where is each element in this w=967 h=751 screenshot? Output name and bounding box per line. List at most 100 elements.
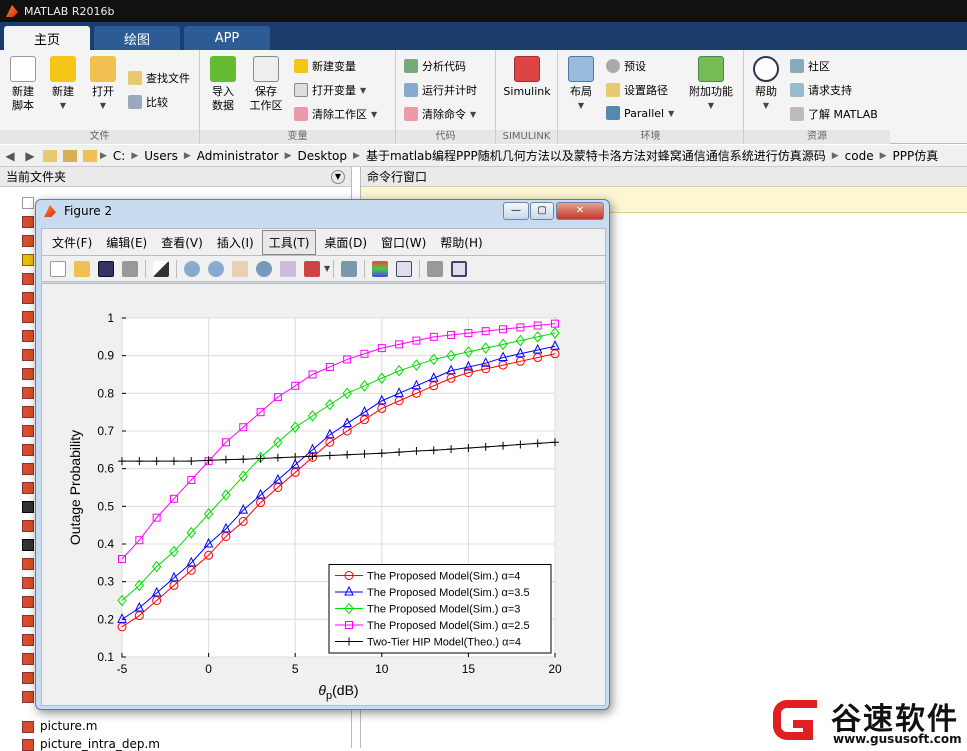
compare-button[interactable]: 比较: [128, 94, 168, 110]
pointer-icon[interactable]: [153, 260, 169, 277]
path-segment[interactable]: code: [845, 149, 874, 163]
show-plot-tools-icon[interactable]: [451, 260, 468, 277]
hide-plot-tools-icon[interactable]: [427, 260, 444, 277]
file-icon: [22, 672, 34, 684]
analyze-code-button[interactable]: 分析代码: [404, 58, 466, 74]
path-segment[interactable]: PPP仿真: [893, 147, 939, 164]
compare-icon: [128, 95, 142, 109]
path-folder-icon: [606, 83, 620, 97]
file-name[interactable]: picture.m: [40, 719, 97, 733]
menu-desktop[interactable]: 桌面(D): [318, 231, 373, 254]
link-plot-icon[interactable]: [341, 260, 358, 277]
eraser-icon: [294, 107, 308, 121]
tab-apps[interactable]: APP: [184, 26, 270, 50]
menu-window[interactable]: 窗口(W): [375, 231, 432, 254]
figure-toolbar: ▼: [41, 256, 606, 282]
open-variable-button[interactable]: 打开变量 ▼: [294, 82, 366, 98]
layout-button[interactable]: 布局 ▼: [564, 56, 598, 113]
path-segment[interactable]: Desktop: [298, 149, 348, 163]
file-icon: [22, 387, 34, 399]
tab-home[interactable]: 主页: [4, 26, 90, 50]
figure-menubar: 文件(F) 编辑(E) 查看(V) 插入(I) 工具(T) 桌面(D) 窗口(W…: [41, 228, 606, 256]
data-cursor-icon[interactable]: [280, 260, 296, 277]
y-tick-label: 0.9: [97, 349, 114, 363]
path-segment[interactable]: 基于matlab编程PPP随机几何方法以及蒙特卡洛方法对蜂窝通信通信系统进行仿真…: [366, 147, 826, 164]
menu-edit[interactable]: 编辑(E): [100, 231, 153, 254]
legend-label: The Proposed Model(Sim.) α=3.5: [367, 587, 530, 599]
menu-view[interactable]: 查看(V): [155, 231, 209, 254]
run-and-time-button[interactable]: 运行并计时: [404, 82, 477, 98]
addons-button[interactable]: 附加功能 ▼: [686, 56, 736, 113]
zoom-in-icon[interactable]: [184, 260, 200, 277]
y-tick-label: 1: [107, 311, 114, 325]
save-workspace-button[interactable]: 保存 工作区: [244, 56, 288, 113]
file-name[interactable]: picture_intra_dep.m: [40, 737, 160, 751]
help-button[interactable]: 帮助 ▼: [748, 56, 784, 113]
parallel-button[interactable]: Parallel ▼: [606, 106, 674, 120]
print-icon[interactable]: [122, 260, 138, 277]
y-tick-label: 0.2: [97, 612, 114, 626]
file-icon: [22, 368, 34, 380]
brush-icon[interactable]: [304, 260, 320, 277]
matlab-logo-icon: [6, 5, 18, 17]
new-figure-icon[interactable]: [50, 260, 66, 277]
import-data-button[interactable]: 导入 数据: [206, 56, 240, 113]
panel-menu-icon[interactable]: ▼: [331, 170, 345, 184]
set-path-button[interactable]: 设置路径: [606, 82, 668, 98]
file-icon: [22, 311, 34, 323]
group-title-simulink: SIMULINK: [496, 130, 557, 144]
find-files-button[interactable]: 查找文件: [128, 70, 190, 86]
root-folder-icon[interactable]: [83, 149, 97, 162]
menu-tools[interactable]: 工具(T): [261, 229, 317, 255]
open-button[interactable]: 打开 ▼: [86, 56, 120, 113]
group-title-file: 文件: [0, 130, 199, 144]
rotate-3d-icon[interactable]: [256, 260, 272, 277]
new-button[interactable]: 新建 ▼: [46, 56, 80, 113]
file-icon: [22, 463, 34, 475]
simulink-button[interactable]: Simulink: [500, 56, 554, 99]
request-support-button[interactable]: 请求支持: [790, 82, 852, 98]
close-button[interactable]: ✕: [556, 202, 604, 220]
y-tick-label: 0.5: [97, 499, 114, 513]
up-folder-icon[interactable]: [43, 149, 57, 162]
new-script-button[interactable]: 新建 脚本: [6, 56, 40, 113]
x-tick-label: 15: [462, 662, 476, 676]
path-segment[interactable]: Users: [144, 149, 178, 163]
path-segment[interactable]: Administrator: [197, 149, 279, 163]
clear-workspace-button[interactable]: 清除工作区 ▼: [294, 106, 377, 122]
pan-hand-icon[interactable]: [232, 260, 248, 277]
new-variable-button[interactable]: 新建变量: [294, 58, 356, 74]
colorbar-icon[interactable]: [372, 260, 389, 277]
chevron-down-icon[interactable]: ▼: [324, 264, 330, 273]
save-icon[interactable]: [98, 260, 114, 277]
learn-matlab-button[interactable]: 了解 MATLAB: [790, 106, 878, 122]
community-button[interactable]: 社区: [790, 58, 830, 74]
browse-folder-icon[interactable]: [63, 149, 77, 162]
back-arrow-icon[interactable]: ◀: [3, 149, 17, 163]
file-icon: [22, 653, 34, 665]
y-tick-label: 0.6: [97, 462, 114, 476]
zoom-out-icon[interactable]: [208, 260, 224, 277]
legend-icon[interactable]: [396, 260, 413, 277]
file-icon: [22, 482, 34, 494]
preferences-button[interactable]: 预设: [606, 58, 646, 74]
path-segment[interactable]: C:: [113, 149, 125, 163]
tab-plots[interactable]: 绘图: [94, 26, 180, 50]
menu-file[interactable]: 文件(F): [46, 231, 98, 254]
minimize-button[interactable]: —: [503, 202, 529, 220]
clear-commands-button[interactable]: 清除命令 ▼: [404, 106, 476, 122]
x-tick-label: 20: [548, 662, 562, 676]
menu-help[interactable]: 帮助(H): [434, 231, 488, 254]
support-icon: [790, 83, 804, 97]
simulink-icon: [514, 56, 540, 82]
group-title-variable: 变量: [200, 130, 395, 144]
file-icon: [22, 406, 34, 418]
forward-arrow-icon[interactable]: ▶: [23, 149, 37, 163]
legend[interactable]: The Proposed Model(Sim.) α=4 The Proposed…: [328, 564, 552, 654]
open-file-icon[interactable]: [74, 260, 90, 277]
gususoft-logo-icon: [773, 700, 817, 740]
file-icon: [22, 615, 34, 627]
menu-insert[interactable]: 插入(I): [211, 231, 260, 254]
app-title: MATLAB R2016b: [24, 4, 115, 18]
maximize-button[interactable]: ▢: [530, 202, 554, 220]
